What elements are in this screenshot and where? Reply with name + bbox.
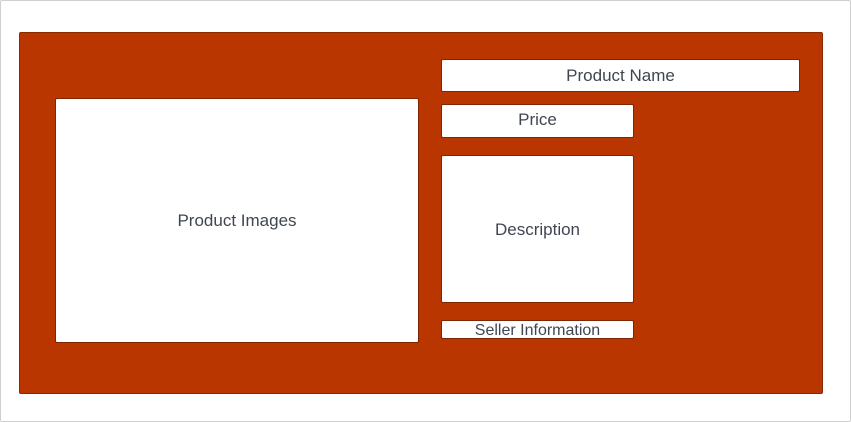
product-images-label: Product Images	[177, 211, 297, 230]
price-label: Price	[518, 109, 557, 129]
description-box: Description	[441, 155, 634, 303]
seller-information-box: Seller Information	[441, 320, 634, 339]
product-images-box: Product Images	[55, 98, 419, 343]
price-box: Price	[441, 104, 634, 138]
product-name-label: Product Name	[566, 66, 675, 85]
product-name-box: Product Name	[441, 59, 800, 92]
seller-information-label: Seller Information	[474, 321, 601, 339]
description-label: Description	[494, 219, 581, 239]
